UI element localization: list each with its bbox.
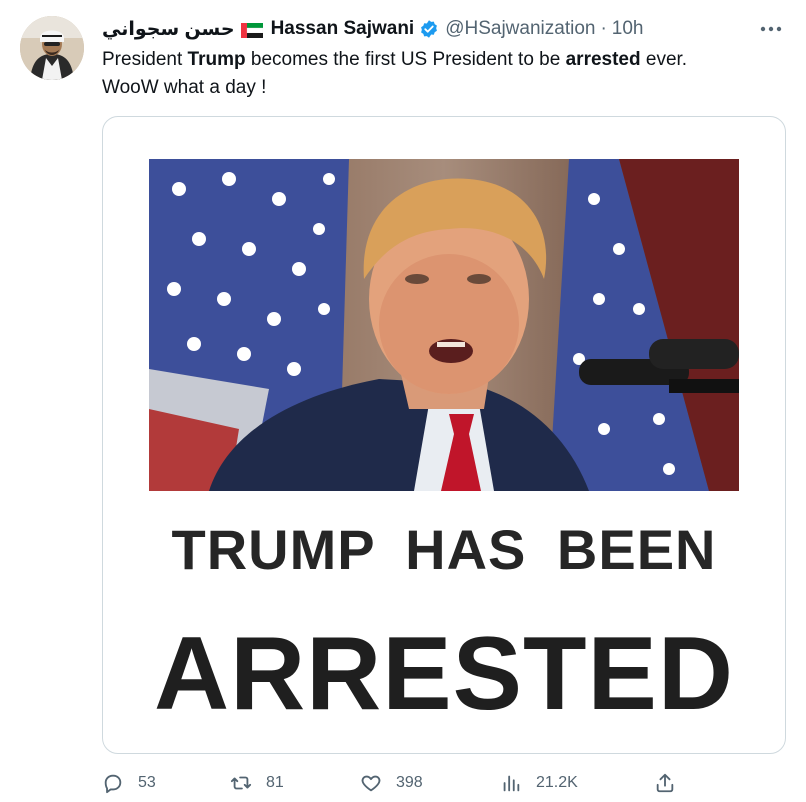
tweet-actions: 53 81 398 21.2K (102, 766, 692, 800)
author-name[interactable]: Hassan Sajwani (271, 18, 415, 40)
reply-count: 53 (138, 774, 156, 791)
view-count: 21.2K (536, 774, 578, 791)
retweet-count: 81 (266, 774, 284, 791)
tweet-bold-arrested: arrested (565, 49, 641, 70)
like-count: 398 (396, 774, 423, 791)
separator-dot: · (600, 18, 607, 39)
verified-badge-icon (419, 19, 439, 39)
retweet-icon (230, 776, 252, 790)
tweet-text-line2: WooW what a day ! (102, 77, 267, 98)
tweet-bold-trump: Trump (187, 49, 246, 70)
media-photo (149, 159, 739, 491)
tweet-text-line1: President Trump becomes the first US Pre… (102, 49, 688, 70)
reply-button[interactable]: 53 (102, 766, 156, 800)
reply-icon (104, 774, 122, 794)
tweet-text: President Trump becomes the first US Pre… (102, 46, 782, 102)
author-handle[interactable]: @HSajwanization (445, 18, 595, 40)
avatar[interactable] (20, 16, 84, 80)
like-button[interactable]: 398 (360, 766, 423, 800)
uae-flag-icon (240, 22, 263, 38)
more-options-icon[interactable] (756, 16, 786, 42)
retweet-button[interactable]: 81 (230, 766, 284, 800)
avatar-image (20, 16, 84, 80)
views-button[interactable]: 21.2K (500, 766, 578, 800)
share-button[interactable] (654, 766, 690, 800)
media-headline-line2: ARRESTED (153, 616, 735, 732)
share-icon (656, 773, 674, 793)
tweet-timestamp[interactable]: 10h (612, 18, 644, 40)
heart-icon (361, 775, 381, 792)
media-headline-line1: TRUMP HAS BEEN (171, 518, 717, 581)
analytics-icon (503, 775, 520, 792)
tweet-header: حسن سجواني Hassan Sajwani @HSajwanizatio… (102, 16, 786, 42)
author-name-arabic[interactable]: حسن سجواني (102, 18, 235, 41)
tweet-media[interactable]: TRUMP HAS BEEN ARRESTED (102, 116, 786, 754)
